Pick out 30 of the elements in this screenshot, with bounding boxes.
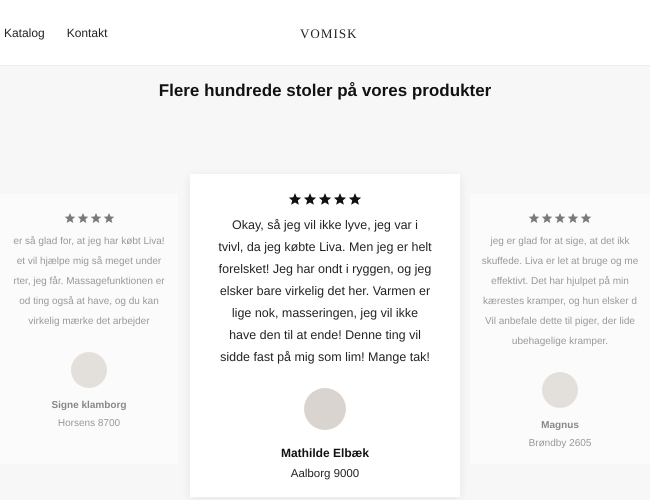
star-icon [567, 212, 579, 224]
star-icon [318, 192, 332, 206]
star-icon [333, 192, 347, 206]
review-text: er så glad for, at jeg har købt Liva! et vil hjælpe mig så meget under rter, jeg får. Massagefunktionen er od ting også at have, og du kan virkelig mærke det arbejder [13, 234, 165, 328]
star-icon [554, 212, 566, 224]
star-icon [288, 192, 302, 206]
reviewer-name: Signe klamborg [51, 398, 126, 412]
avatar-placeholder [304, 388, 346, 430]
logo[interactable]: VOMISK [300, 24, 358, 44]
star-icon [580, 212, 592, 224]
section-heading: Flere hundrede stoler på vores produkter [158, 80, 492, 102]
review-text: jeg er glad for at sige, at det ikk skuffede. Liva er let at bruge og me effektivt. Det har hjulpet på min kærestes kramper, og hun elsker d Vil anbefale dette til piger, der lide ubehagelige kramper. [482, 234, 638, 348]
star-icon [541, 212, 553, 224]
nav-link[interactable]: Katalog [4, 24, 45, 42]
reviewer-location: Brøndby 2605 [528, 436, 592, 450]
star-icon [76, 212, 88, 224]
star-icon [102, 212, 114, 224]
reviewer-name: Mathilde Elbæk [280, 444, 369, 462]
nav-link[interactable]: Kontakt [66, 24, 108, 42]
star-icon [528, 212, 540, 224]
avatar-placeholder [71, 352, 107, 388]
review-text: Okay, så jeg vil ikke lyve, jeg var i tvivl, da jeg købte Liva. Men jeg er helt forelsket! Jeg har ondt i ryggen, og jeg elsker bare virkelig det her. Varmen er lige nok, masseringen, jeg vil ikke have den til at ende! Denne ting vil sidde fast på mig som lim! Mange tak! [218, 216, 432, 366]
star-icon [348, 192, 362, 206]
reviewer-location: Horsens 8700 [58, 416, 120, 430]
avatar-placeholder [542, 372, 578, 408]
reviewer-name: Magnus [541, 418, 579, 432]
reviewer-location: Aalborg 9000 [290, 466, 360, 482]
star-icon [64, 212, 76, 224]
star-icon [90, 212, 102, 224]
star-icon [303, 192, 317, 206]
